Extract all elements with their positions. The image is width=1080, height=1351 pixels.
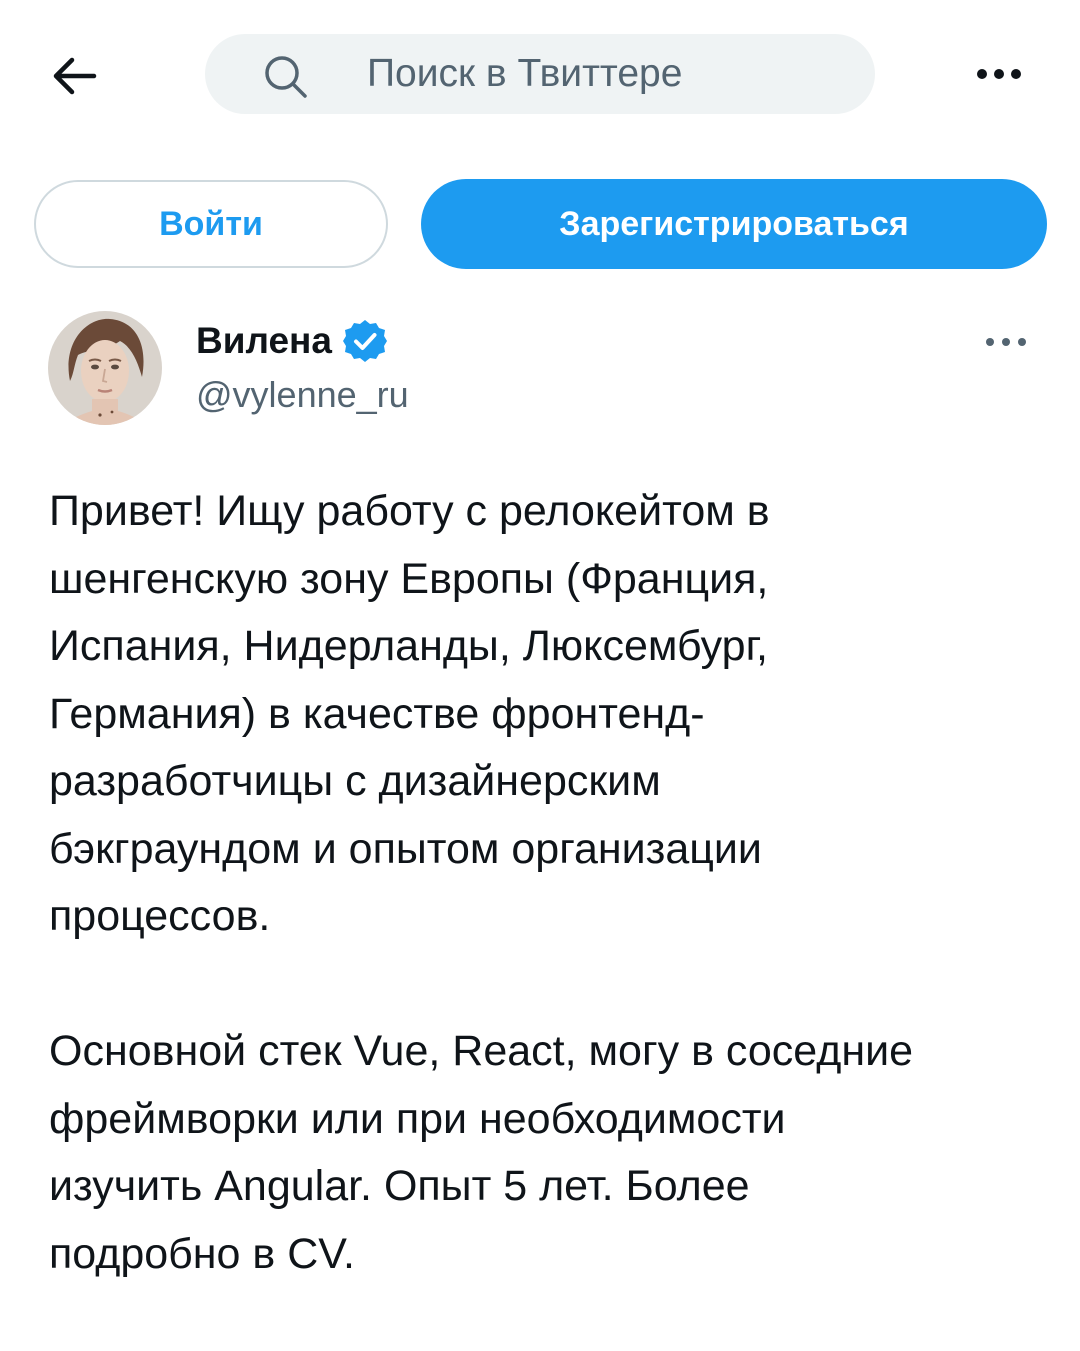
tweet-more-button[interactable] [976,322,1036,362]
search-placeholder: Поиск в Твиттере [367,52,683,95]
header-more-button[interactable] [966,46,1032,102]
search-input[interactable]: Поиск в Твиттере [205,34,875,114]
search-icon [265,56,307,98]
author-display-name: Вилена [196,320,332,361]
more-horizontal-icon [977,69,1021,79]
avatar[interactable] [48,311,162,425]
verified-badge-icon [343,320,387,362]
tweet-text: Привет! Ищу работу с релокейтом в шенген… [49,487,914,1278]
login-button[interactable]: Войти [34,180,388,268]
author-name-row[interactable]: Вилена [196,316,388,366]
signup-button[interactable]: Зарегистрироваться [421,179,1047,269]
author-handle[interactable]: @vylenne_ru [196,374,409,416]
avatar-photo [48,311,162,425]
back-button[interactable] [42,44,106,108]
top-bar: Поиск в Твиттере [0,0,1080,150]
more-horizontal-icon [986,338,1026,346]
arrow-left-icon [53,57,97,95]
